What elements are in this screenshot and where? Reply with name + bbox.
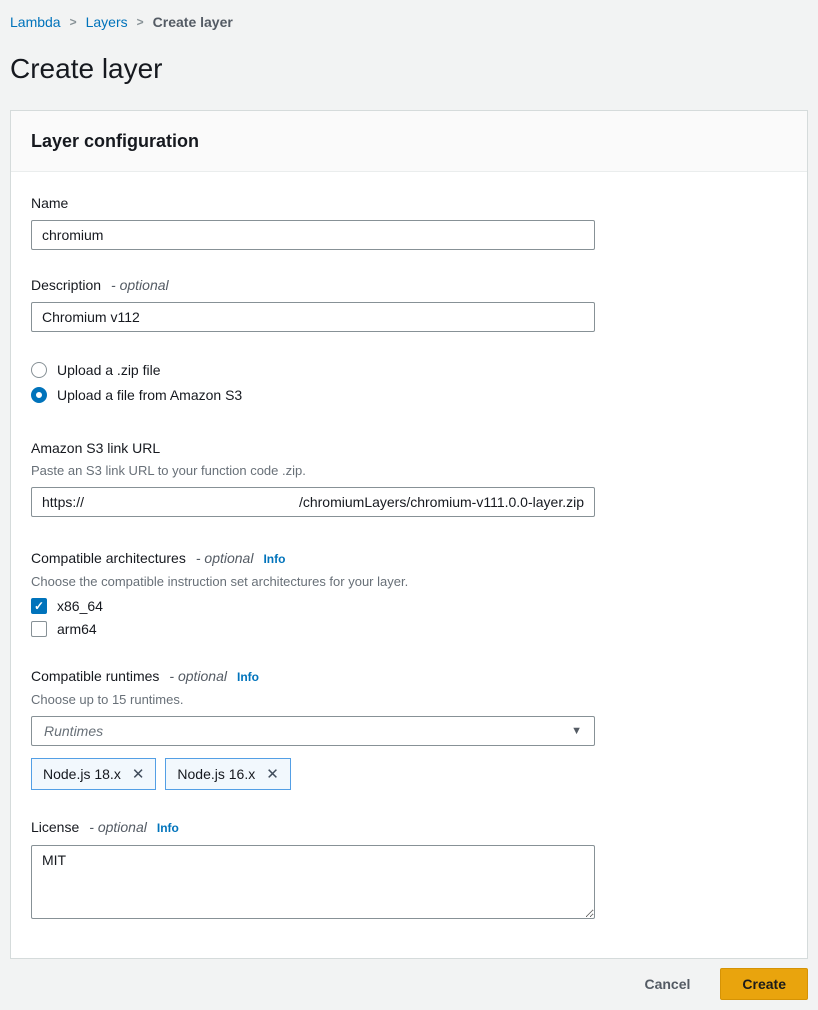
s3-url-label: Amazon S3 link URL — [31, 439, 160, 457]
s3-url-value-prefix: https:// — [42, 494, 84, 510]
runtimes-select[interactable]: Runtimes ▼ — [31, 716, 595, 746]
page-title: Create layer — [10, 52, 808, 86]
description-field-group: Description - optional — [31, 276, 595, 332]
chevron-right-icon: > — [137, 15, 144, 29]
layer-configuration-panel: Layer configuration Name Description - o… — [10, 110, 808, 959]
architectures-info-link[interactable]: Info — [263, 550, 285, 568]
breadcrumb-link-lambda[interactable]: Lambda — [10, 14, 61, 30]
runtimes-optional-label: - optional — [169, 667, 227, 685]
architectures-help-text: Choose the compatible instruction set ar… — [31, 574, 595, 590]
token-label: Node.js 16.x — [177, 766, 255, 782]
radio-option-upload-s3[interactable]: Upload a file from Amazon S3 — [31, 387, 595, 403]
form-actions: Cancel Create — [10, 968, 808, 1000]
runtime-token-nodejs-18: Node.js 18.x ✕ — [31, 758, 156, 790]
name-label: Name — [31, 194, 68, 212]
radio-option-label: Upload a file from Amazon S3 — [57, 387, 242, 403]
chevron-right-icon: > — [70, 15, 77, 29]
runtimes-field-group: Compatible runtimes - optional Info Choo… — [31, 667, 595, 790]
create-layer-page: Lambda > Layers > Create layer Create la… — [0, 0, 818, 1010]
checkbox-option-label: arm64 — [57, 621, 97, 637]
dismiss-icon[interactable]: ✕ — [266, 767, 279, 782]
license-textarea[interactable]: MIT — [31, 845, 595, 919]
dismiss-icon[interactable]: ✕ — [132, 767, 145, 782]
radio-selected-icon — [31, 387, 47, 403]
runtime-token-nodejs-16: Node.js 16.x ✕ — [165, 758, 290, 790]
architectures-optional-label: - optional — [196, 549, 254, 567]
s3-url-help-text: Paste an S3 link URL to your function co… — [31, 463, 595, 479]
checkbox-option-arm64[interactable]: arm64 — [31, 621, 595, 637]
breadcrumb-link-layers[interactable]: Layers — [86, 14, 128, 30]
upload-source-radio-group: Upload a .zip file Upload a file from Am… — [31, 362, 595, 403]
runtimes-help-text: Choose up to 15 runtimes. — [31, 692, 595, 708]
s3-url-value-suffix: /chromiumLayers/chromium-v111.0.0-layer.… — [299, 494, 584, 510]
cancel-button[interactable]: Cancel — [640, 970, 694, 998]
description-label: Description — [31, 276, 101, 294]
s3-url-field-group: Amazon S3 link URL Paste an S3 link URL … — [31, 439, 595, 517]
checkbox-option-x86_64[interactable]: ✓ x86_64 — [31, 598, 595, 614]
checkbox-checked-icon: ✓ — [31, 598, 47, 614]
name-field-group: Name — [31, 194, 595, 250]
token-label: Node.js 18.x — [43, 766, 121, 782]
panel-body: Name Description - optional Upload a .zi… — [11, 172, 807, 958]
panel-title: Layer configuration — [11, 111, 807, 172]
license-optional-label: - optional — [89, 818, 147, 836]
create-button[interactable]: Create — [720, 968, 808, 1000]
runtimes-label: Compatible runtimes — [31, 667, 159, 685]
s3-url-input[interactable]: https:// /chromiumLayers/chromium-v111.0… — [31, 487, 595, 517]
description-input[interactable] — [31, 302, 595, 332]
caret-down-icon: ▼ — [571, 725, 582, 737]
license-label: License — [31, 818, 79, 836]
license-field-group: License - optional Info MIT — [31, 818, 595, 922]
radio-option-label: Upload a .zip file — [57, 362, 161, 378]
runtime-tokens: Node.js 18.x ✕ Node.js 16.x ✕ — [31, 758, 595, 790]
radio-unselected-icon — [31, 362, 47, 378]
architectures-field-group: Compatible architectures - optional Info… — [31, 549, 595, 637]
architectures-label: Compatible architectures — [31, 549, 186, 567]
checkbox-option-label: x86_64 — [57, 598, 103, 614]
breadcrumb-current: Create layer — [153, 14, 233, 30]
runtimes-select-placeholder: Runtimes — [44, 723, 103, 739]
description-optional-label: - optional — [111, 276, 169, 294]
license-info-link[interactable]: Info — [157, 819, 179, 837]
runtimes-info-link[interactable]: Info — [237, 668, 259, 686]
name-input[interactable] — [31, 220, 595, 250]
breadcrumb: Lambda > Layers > Create layer — [10, 14, 808, 30]
checkbox-unchecked-icon — [31, 621, 47, 637]
radio-option-upload-zip[interactable]: Upload a .zip file — [31, 362, 595, 378]
